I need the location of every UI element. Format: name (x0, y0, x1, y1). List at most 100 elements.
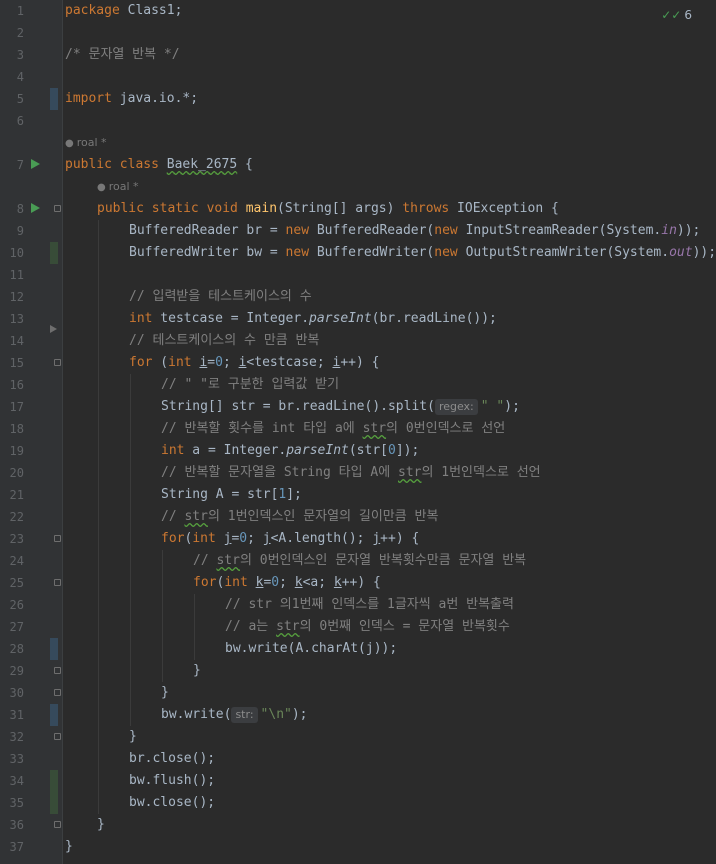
line-number: 28 (9, 642, 24, 656)
token: parseInt (309, 311, 372, 326)
comment: // str 의1번째 인덱스를 1글자씩 a번 반복출력 (225, 597, 514, 612)
line-number: 27 (9, 620, 24, 634)
token: BufferedReader( (309, 223, 435, 238)
fold-icon[interactable] (54, 689, 61, 696)
code-line-15[interactable]: for (int i=0; i<testcase; i++) { (129, 352, 379, 374)
change-marker[interactable] (50, 638, 58, 660)
token: (str[ (348, 443, 388, 458)
code-line-18[interactable]: // 반복할 횟수를 int 타입 a에 str의 0번인덱스로 선언 (161, 418, 505, 440)
code-line-33[interactable]: br.close(); (129, 748, 215, 770)
author-hint[interactable]: ● roal * (65, 134, 107, 152)
code-line-32[interactable]: } (129, 726, 137, 748)
token: a = Integer. (184, 443, 287, 458)
line-number: 14 (9, 334, 24, 348)
token: ; (247, 531, 263, 546)
token: ++) { (380, 531, 420, 546)
code-line-16[interactable]: // " "로 구분한 입력값 받기 (161, 374, 339, 396)
code-line-30[interactable]: } (161, 682, 169, 704)
token: bw.write( (161, 707, 232, 722)
author-hint-text: roal * (76, 136, 107, 149)
change-marker[interactable] (50, 704, 58, 726)
comment: str (398, 465, 422, 480)
change-marker[interactable] (50, 792, 58, 814)
token: for (193, 575, 217, 590)
code-line-9[interactable]: BufferedReader br = new BufferedReader(n… (129, 220, 700, 242)
fold-icon[interactable] (54, 205, 61, 212)
token: } (193, 663, 201, 678)
fold-icon[interactable] (54, 359, 61, 366)
code-line-5[interactable]: import java.io.*; (65, 88, 198, 110)
token: <a; (302, 575, 334, 590)
code-line-36[interactable]: } (97, 814, 105, 836)
code-line-23[interactable]: for(int j=0; j<A.length(); j++) { (161, 528, 419, 550)
line-number: 22 (9, 510, 24, 524)
code-line-35[interactable]: bw.close(); (129, 792, 215, 814)
change-marker[interactable] (50, 770, 58, 792)
code-line-29[interactable]: } (193, 660, 201, 682)
token: ]; (286, 487, 302, 502)
code-line-3[interactable]: /* 문자열 반복 */ (65, 44, 180, 66)
fold-icon[interactable] (54, 535, 61, 542)
token: 0 (271, 575, 280, 590)
indent-guide (194, 594, 195, 660)
token: InputStreamReader(System. (457, 223, 662, 238)
code-line-34[interactable]: bw.flush(); (129, 770, 215, 792)
line-number: 17 (9, 400, 24, 414)
fold-icon[interactable] (54, 733, 61, 740)
code-line-27[interactable]: // a는 str의 0번째 인덱스 = 문자열 반복횟수 (225, 616, 510, 638)
code-line-21[interactable]: String A = str[1]; (161, 484, 302, 506)
code-line-7[interactable]: public class Baek_2675 { (65, 154, 253, 176)
line-number: 29 (9, 664, 24, 678)
line-number: 37 (9, 840, 24, 854)
code-line-31[interactable]: bw.write(str: "\n"); (161, 704, 308, 726)
code-line-17[interactable]: String[] str = br.readLine().split(regex… (161, 396, 520, 418)
token: ; (279, 575, 295, 590)
code-line-37[interactable]: } (65, 836, 73, 858)
token: 0 (388, 443, 396, 458)
line-number: 32 (9, 730, 24, 744)
author-hint[interactable]: ● roal * (97, 178, 139, 196)
code-line-12[interactable]: // 입력받을 테스트케이스의 수 (129, 286, 312, 308)
code-line-19[interactable]: int a = Integer.parseInt(str[0]); (161, 440, 419, 462)
run-icon[interactable] (31, 159, 40, 169)
comment: // 테스트케이스의 수 만큼 반복 (129, 333, 320, 348)
code-line-10[interactable]: BufferedWriter bw = new BufferedWriter(n… (129, 242, 716, 264)
token: ++) { (341, 575, 381, 590)
indent-guide (130, 374, 131, 726)
token: j (372, 531, 381, 546)
code-line-22[interactable]: // str의 1번인덱스인 문자열의 길이만큼 반복 (161, 506, 438, 528)
code-line-1[interactable]: package Class1; (65, 0, 182, 22)
token: 0 (215, 355, 223, 370)
token: parseInt (286, 443, 349, 458)
token: )); (676, 223, 701, 238)
code-line-24[interactable]: // str의 0번인덱스인 문자열 반복횟수만큼 문자열 반복 (193, 550, 526, 572)
code-line-28[interactable]: bw.write(A.charAt(j)); (225, 638, 397, 660)
token: } (129, 729, 137, 744)
inspection-widget[interactable]: ✓✓ 6 (661, 6, 692, 24)
token: java.io.*; (111, 91, 199, 106)
token: new (285, 223, 310, 238)
line-number: 34 (9, 774, 24, 788)
token: int (168, 355, 192, 370)
line-number: 5 (16, 92, 24, 106)
fold-icon[interactable] (54, 821, 61, 828)
fold-icon[interactable] (54, 667, 61, 674)
line-number: 19 (9, 444, 24, 458)
token: j (262, 531, 271, 546)
change-marker[interactable] (50, 242, 58, 264)
code-line-26[interactable]: // str 의1번째 인덱스를 1글자씩 a번 반복출력 (225, 594, 514, 616)
person-icon: ● (65, 138, 74, 149)
token: new (434, 245, 458, 260)
token: new (434, 223, 458, 238)
change-marker[interactable] (50, 88, 58, 110)
code-line-14[interactable]: // 테스트케이스의 수 만큼 반복 (129, 330, 319, 352)
code-line-13[interactable]: int testcase = Integer.parseInt(br.readL… (129, 308, 497, 330)
token: <testcase; (246, 355, 333, 370)
code-line-25[interactable]: for(int k=0; k<a; k++) { (193, 572, 381, 594)
line-number: 16 (9, 378, 24, 392)
code-line-8[interactable]: public static void main(String[] args) t… (97, 198, 559, 220)
run-icon[interactable] (31, 203, 40, 213)
fold-icon[interactable] (54, 579, 61, 586)
token: k (294, 575, 303, 590)
code-line-20[interactable]: // 반복할 문자열을 String 타입 A에 str의 1번인덱스로 선언 (161, 462, 541, 484)
